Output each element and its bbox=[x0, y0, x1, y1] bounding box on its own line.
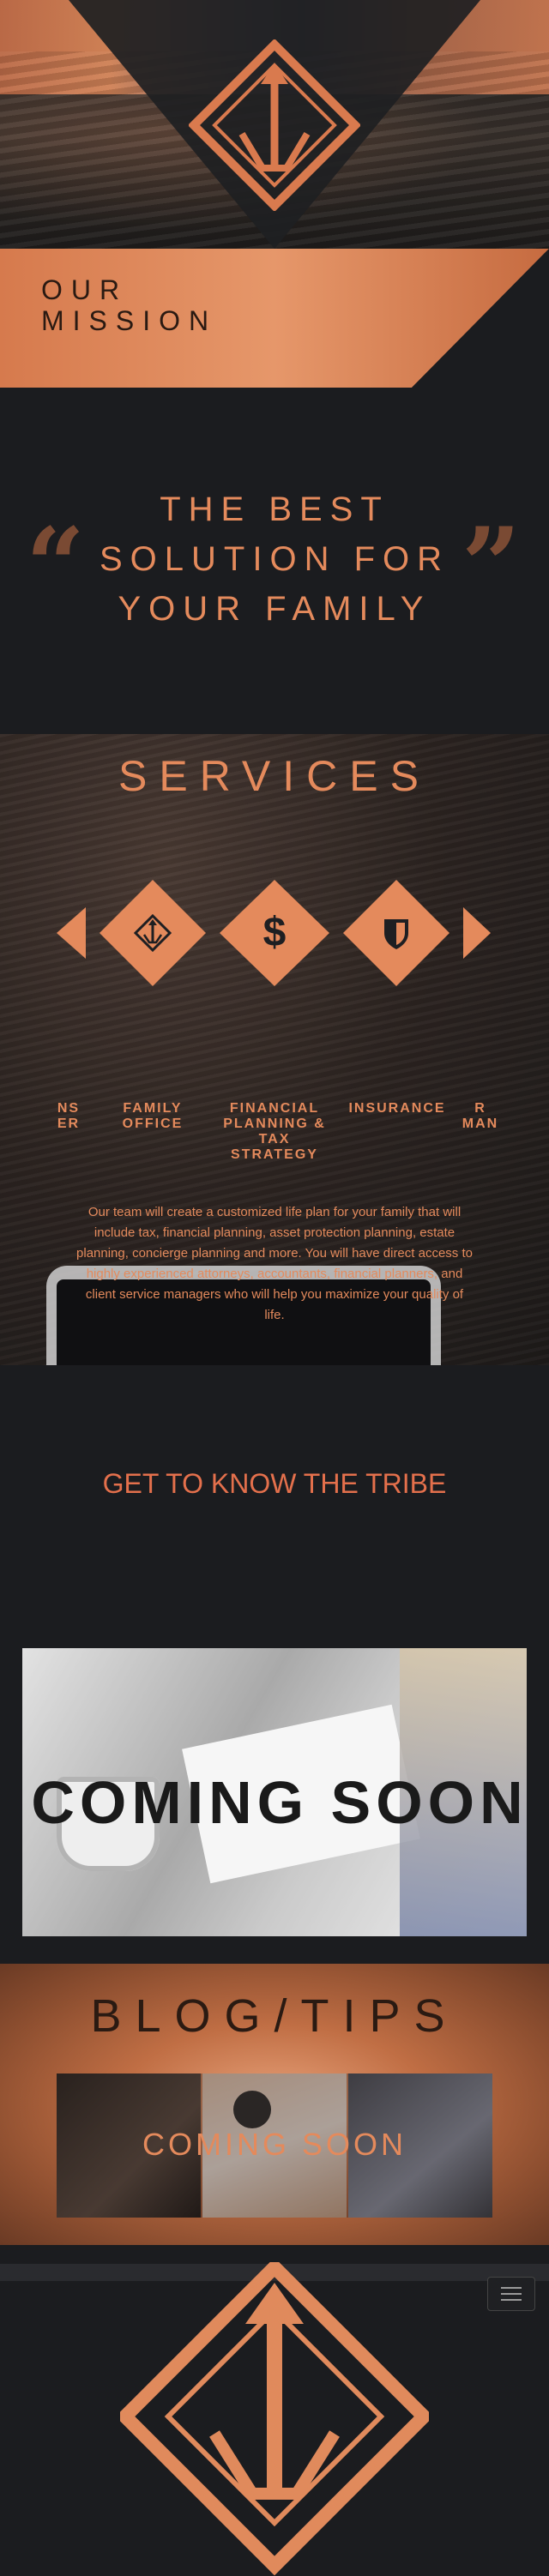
service-label-partial-left[interactable]: NS ER bbox=[51, 1101, 86, 1132]
carousel-prev-arrow bbox=[57, 907, 86, 959]
coming-soon-text: COMING SOON bbox=[31, 1769, 527, 1836]
quote-line-1: THE BEST bbox=[160, 491, 389, 528]
service-label-insurance[interactable]: INSURANCE bbox=[340, 1101, 455, 1116]
dollar-icon[interactable]: $ bbox=[256, 909, 293, 957]
quote-line-3: YOUR FAMILY bbox=[118, 590, 431, 628]
service-label-family-office[interactable]: FAMILY OFFICE bbox=[110, 1101, 196, 1132]
hero-banner bbox=[0, 0, 549, 249]
hamburger-icon[interactable] bbox=[487, 2277, 535, 2311]
team-photo: COMING SOON bbox=[22, 1648, 527, 1936]
quote-line-2: SOLUTION FOR bbox=[99, 540, 450, 578]
blog-title: BLOG/TIPS bbox=[90, 1990, 459, 2042]
mission-line-1: OUR bbox=[41, 274, 129, 305]
service-label-financial-planning[interactable]: FINANCIAL PLANNING & TAX STRATEGY bbox=[211, 1101, 338, 1163]
services-title: SERVICES bbox=[118, 752, 431, 800]
footer-logo-icon bbox=[120, 2262, 429, 2576]
logo-icon bbox=[189, 39, 360, 211]
services-description: Our team will create a customized life p… bbox=[76, 1205, 473, 1322]
mission-heading: OUR MISSION bbox=[41, 274, 217, 336]
logo-small-icon[interactable] bbox=[134, 914, 172, 952]
carousel-next-arrow bbox=[463, 907, 491, 959]
mission-band: OUR MISSION bbox=[0, 249, 549, 388]
service-label-partial-right[interactable]: R MAN bbox=[462, 1101, 499, 1132]
blog-coming-soon: COMING SOON bbox=[142, 2127, 407, 2162]
tribe-heading[interactable]: GET TO KNOW THE TRIBE bbox=[0, 1468, 549, 1500]
services-section: SERVICES $ NS ER FAMILY OFFICE FINANCIAL… bbox=[0, 734, 549, 1365]
mission-line-2: MISSION bbox=[41, 305, 218, 336]
shield-icon[interactable] bbox=[377, 914, 415, 952]
